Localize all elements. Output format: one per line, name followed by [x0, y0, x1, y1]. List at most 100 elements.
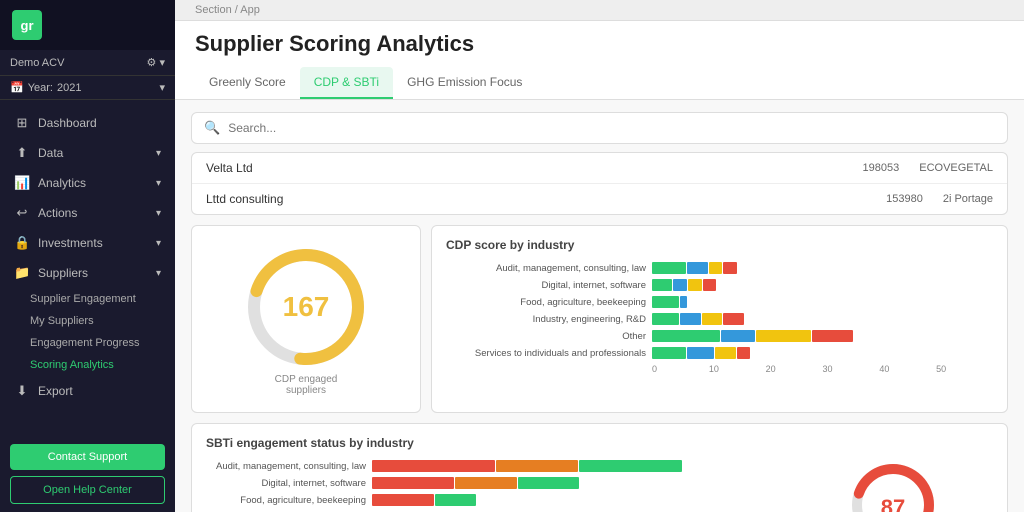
bar-row: Services to individuals and professional…	[446, 347, 993, 359]
breadcrumb: Section / App	[175, 0, 1024, 21]
bar-segment	[652, 313, 679, 325]
sidebar-item-data[interactable]: ⬆ Data ▾	[0, 138, 175, 168]
bar-segments	[652, 347, 993, 359]
bar-label: Food, agriculture, beekeeping	[446, 297, 646, 308]
search-icon: 🔍	[204, 120, 220, 136]
bar-segment	[652, 347, 686, 359]
year-chevron-icon: ▾	[159, 81, 165, 94]
calendar-icon: 📅	[10, 81, 24, 94]
sbti-section: SBTi engagement status by industry Audit…	[191, 423, 1008, 512]
sidebar-item-my-suppliers[interactable]: My Suppliers	[0, 310, 175, 332]
tab-bar: Greenly Score CDP & SBTi GHG Emission Fo…	[195, 67, 1004, 99]
chevron-down-icon: ▾	[156, 238, 161, 249]
bar-segment	[372, 477, 454, 489]
bar-row: Audit, management, consulting, law	[206, 460, 783, 472]
sub-item-label: Scoring Analytics	[30, 359, 114, 371]
chevron-down-icon: ▾	[156, 178, 161, 189]
chevron-down-icon: ▾	[156, 268, 161, 279]
bar-segment	[372, 460, 495, 472]
sbti-grid: Audit, management, consulting, law Digita…	[206, 460, 993, 512]
bar-label: Industry, engineering, R&D	[446, 314, 646, 325]
actions-icon: ↩	[14, 205, 30, 221]
dashboard-icon: ⊞	[14, 115, 30, 131]
bar-segment	[435, 494, 476, 506]
sidebar-item-engagement-progress[interactable]: Engagement Progress	[0, 332, 175, 354]
table-row[interactable]: Velta Ltd 198053 ECOVEGETAL	[192, 153, 1007, 184]
sidebar-nav: ⊞ Dashboard ⬆ Data ▾ 📊 Analytics ▾ ↩ Act…	[0, 100, 175, 436]
bar-segment	[723, 313, 743, 325]
bar-label: Other	[446, 331, 646, 342]
bar-segments	[652, 279, 993, 291]
sidebar-item-analytics[interactable]: 📊 Analytics ▾	[0, 168, 175, 198]
sbti-donut-area: 87	[793, 460, 993, 512]
bar-label: Food, agriculture, beekeeping	[206, 495, 366, 506]
search-input[interactable]	[228, 121, 995, 135]
bar-segment	[455, 477, 517, 489]
logo-icon: gr	[12, 10, 42, 40]
bar-row: Food, agriculture, beekeeping	[206, 494, 783, 506]
bar-segment	[518, 477, 580, 489]
bar-label: Audit, management, consulting, law	[446, 263, 646, 274]
bar-segment	[737, 347, 751, 359]
bar-segment	[652, 330, 720, 342]
sidebar-item-supplier-engagement[interactable]: Supplier Engagement	[0, 288, 175, 310]
supplier-name: Velta Ltd	[206, 161, 843, 175]
sidebar-item-label: Analytics	[38, 176, 86, 190]
bar-row: Food, agriculture, beekeeping	[446, 296, 993, 308]
bar-segment	[715, 347, 735, 359]
account-label: Demo ACV	[10, 57, 64, 69]
data-icon: ⬆	[14, 145, 30, 161]
sbti-bar-chart: Audit, management, consulting, law Digita…	[206, 460, 783, 512]
bar-segment	[680, 296, 687, 308]
sidebar-buttons: Contact Support Open Help Center	[0, 436, 175, 512]
tab-greenly-score[interactable]: Greenly Score	[195, 67, 300, 99]
chevron-down-icon: ▾	[156, 208, 161, 219]
sidebar: gr Demo ACV ⚙ ▾ 📅 Year: 2021 ▾ ⊞ Dashboa…	[0, 0, 175, 512]
logo-area: gr	[0, 0, 175, 50]
analytics-icon: 📊	[14, 175, 30, 191]
bar-segment	[579, 460, 682, 472]
bar-segments	[652, 296, 993, 308]
tab-cdp-sbti[interactable]: CDP & SBTi	[300, 67, 393, 99]
open-help-center-button[interactable]: Open Help Center	[10, 476, 165, 504]
supplier-name: Lttd consulting	[206, 192, 866, 206]
bar-segment	[652, 279, 672, 291]
cdp-bar-chart: Audit, management, consulting, law Digita…	[446, 262, 993, 359]
bar-row: Digital, internet, software	[446, 279, 993, 291]
year-value: 2021	[57, 82, 81, 94]
bar-segment	[709, 262, 723, 274]
sidebar-item-scoring-analytics[interactable]: Scoring Analytics	[0, 354, 175, 376]
sidebar-item-investments[interactable]: 🔒 Investments ▾	[0, 228, 175, 258]
account-selector[interactable]: Demo ACV ⚙ ▾	[0, 50, 175, 76]
supplier-eco: ECOVEGETAL	[919, 162, 993, 174]
export-icon: ⬇	[14, 383, 30, 399]
sidebar-item-export[interactable]: ⬇ Export	[0, 376, 175, 406]
bar-segments	[372, 460, 783, 472]
bar-segments	[652, 262, 993, 274]
donut-chart-card: 167 CDP engaged suppliers	[191, 225, 421, 413]
donut-center: 167	[283, 291, 330, 323]
sub-item-label: Engagement Progress	[30, 337, 139, 349]
bar-row: Industry, engineering, R&D	[446, 313, 993, 325]
bar-segments	[372, 477, 783, 489]
bar-row: Digital, internet, software	[206, 477, 783, 489]
tab-ghg-emission-focus[interactable]: GHG Emission Focus	[393, 67, 536, 99]
sidebar-item-label: Dashboard	[38, 116, 97, 130]
content-area: 🔍 Velta Ltd 198053 ECOVEGETAL Lttd consu…	[175, 100, 1024, 512]
year-selector[interactable]: 📅 Year: 2021 ▾	[0, 76, 175, 100]
sub-item-label: My Suppliers	[30, 315, 94, 327]
bar-segment	[723, 262, 737, 274]
analytics-grid: 167 CDP engaged suppliers CDP score by i…	[191, 225, 1008, 413]
bar-segment	[652, 262, 686, 274]
sidebar-item-label: Data	[38, 146, 63, 160]
donut-label: CDP engaged suppliers	[266, 374, 346, 396]
sidebar-item-suppliers[interactable]: 📁 Suppliers ▾	[0, 258, 175, 288]
bar-segment	[680, 313, 700, 325]
supplier-list: Velta Ltd 198053 ECOVEGETAL Lttd consult…	[191, 152, 1008, 215]
sidebar-item-actions[interactable]: ↩ Actions ▾	[0, 198, 175, 228]
table-row[interactable]: Lttd consulting 153980 2i Portage	[192, 184, 1007, 214]
contact-support-button[interactable]: Contact Support	[10, 444, 165, 470]
search-bar: 🔍	[191, 112, 1008, 144]
investments-icon: 🔒	[14, 235, 30, 251]
sidebar-item-dashboard[interactable]: ⊞ Dashboard	[0, 108, 175, 138]
